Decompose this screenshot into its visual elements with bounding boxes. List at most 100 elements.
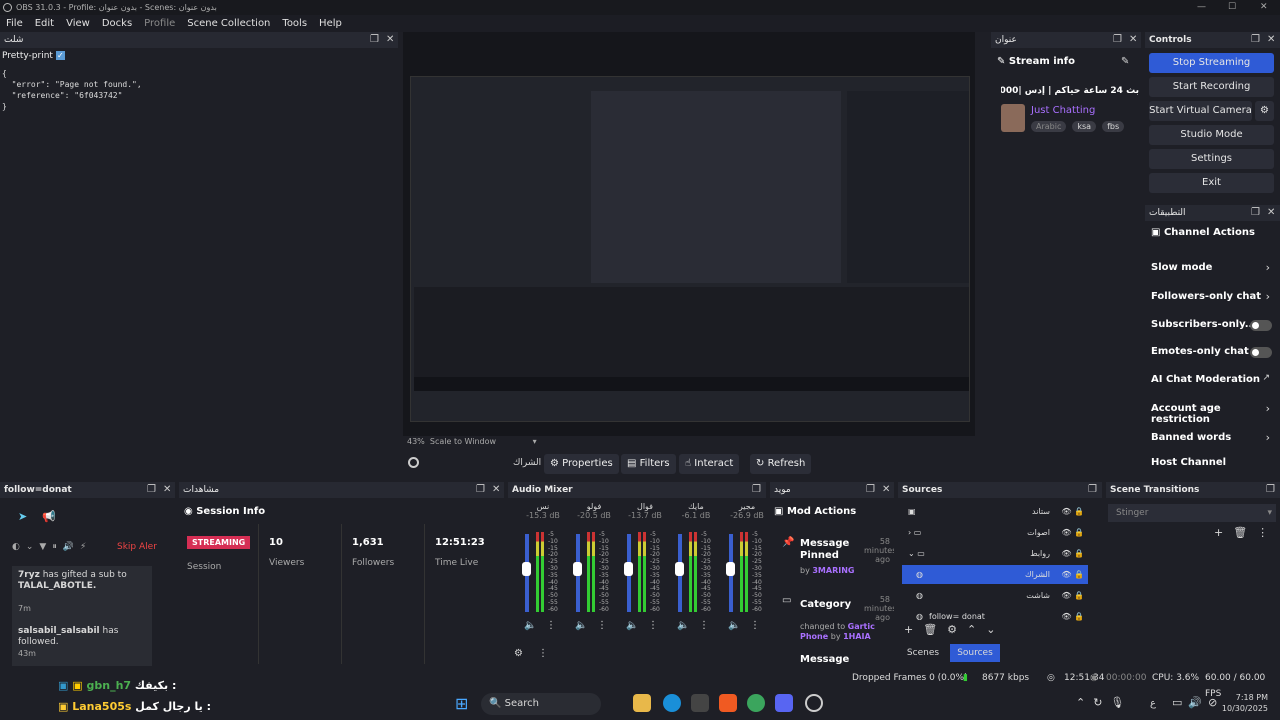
- emotes-only-item[interactable]: Emotes-only chat: [1151, 346, 1249, 357]
- studio-mode-button[interactable]: Studio Mode: [1149, 125, 1274, 145]
- settings-button[interactable]: Settings: [1149, 149, 1274, 169]
- interact-button[interactable]: ☝ Interact: [679, 454, 740, 474]
- transition-toolbar-icons[interactable]: +🗑⋮: [1214, 526, 1278, 539]
- visibility-lock-icons[interactable]: 👁 🔒: [1061, 607, 1084, 621]
- float-icon[interactable]: ❐: [1088, 484, 1097, 496]
- visibility-lock-icons[interactable]: 👁 🔒: [1061, 586, 1084, 605]
- float-icon[interactable]: ❐: [147, 484, 156, 496]
- start-virtual-camera-button[interactable]: Start Virtual Camera: [1149, 101, 1252, 121]
- edge-icon[interactable]: [663, 694, 681, 712]
- visibility-lock-icons[interactable]: 👁 🔒: [1061, 502, 1084, 521]
- source-row[interactable]: ◍ شاشت 👁 🔒: [902, 586, 1088, 605]
- preview-area[interactable]: [403, 32, 975, 436]
- channel-menu-icon[interactable]: ⋮: [597, 620, 607, 631]
- menu-help[interactable]: Help: [319, 15, 342, 32]
- minimize-icon[interactable]: —: [1197, 0, 1206, 15]
- close-icon[interactable]: ✕: [1260, 0, 1268, 15]
- file-explorer-icon[interactable]: [633, 694, 651, 712]
- subscribers-only-toggle[interactable]: [1250, 320, 1272, 331]
- source-row[interactable]: ⌄ ▭ روابط 👁 🔒: [902, 544, 1088, 563]
- tag[interactable]: ksa: [1072, 121, 1097, 132]
- virtual-camera-settings-icon[interactable]: ⚙: [1255, 101, 1274, 121]
- float-icon[interactable]: ❐: [1266, 484, 1275, 496]
- float-icon[interactable]: ❐: [476, 484, 485, 496]
- taskbar-search[interactable]: 🔍 Search: [481, 693, 601, 715]
- float-icon[interactable]: ❐: [370, 34, 379, 46]
- properties-button[interactable]: ⚙ Properties: [544, 454, 619, 474]
- speaker-icon[interactable]: 🔈: [728, 620, 740, 631]
- edit-icon[interactable]: ✎: [1121, 56, 1129, 67]
- emotes-only-toggle[interactable]: [1250, 347, 1272, 358]
- chevron-right-icon[interactable]: ›: [1266, 431, 1270, 444]
- menu-docks[interactable]: Docks: [102, 15, 132, 32]
- visibility-lock-icons[interactable]: 👁 🔒: [1061, 544, 1084, 563]
- start-recording-button[interactable]: Start Recording: [1149, 77, 1274, 97]
- activity-event[interactable]: 7ryz has gifted a sub to TALAL_ABOTLE. 7m: [12, 566, 152, 624]
- menu-scene-collection[interactable]: Scene Collection: [187, 15, 270, 32]
- tab-sources[interactable]: Sources: [950, 644, 1000, 662]
- menu-tools[interactable]: Tools: [282, 15, 307, 32]
- store-icon[interactable]: [691, 694, 709, 712]
- host-channel-item[interactable]: Host Channel: [1151, 457, 1226, 468]
- menu-view[interactable]: View: [66, 15, 90, 32]
- float-icon[interactable]: ❐: [752, 484, 761, 496]
- float-icon[interactable]: ❐: [866, 484, 875, 496]
- refresh-button[interactable]: ↻ Refresh: [750, 454, 812, 474]
- channel-menu-icon[interactable]: ⋮: [699, 620, 709, 631]
- slow-mode-item[interactable]: Slow mode: [1151, 262, 1276, 273]
- volume-handle[interactable]: [624, 562, 633, 576]
- followers-only-item[interactable]: Followers-only chat: [1151, 291, 1261, 302]
- category-name[interactable]: Just Chatting: [1031, 105, 1095, 116]
- activity-filter-icons[interactable]: ◐⌄▼⏸🔊⚡: [12, 542, 92, 552]
- menu-profile[interactable]: Profile: [144, 15, 175, 32]
- visibility-lock-icons[interactable]: 👁 🔒: [1061, 565, 1084, 584]
- speaker-icon[interactable]: 🔈: [677, 620, 689, 631]
- mixer-menu-icon[interactable]: ⋮: [538, 648, 548, 659]
- system-tray-icons[interactable]: ⌃↻🎙: [1076, 696, 1132, 709]
- stop-streaming-button[interactable]: Stop Streaming: [1149, 53, 1274, 73]
- scale-mode[interactable]: Scale to Window: [430, 437, 496, 446]
- speaker-icon[interactable]: 🔈: [524, 620, 536, 631]
- megaphone-icon[interactable]: 📢: [42, 510, 56, 523]
- tag[interactable]: Arabic: [1031, 121, 1067, 132]
- filters-button[interactable]: ▤ Filters: [621, 454, 676, 474]
- clock[interactable]: 7:18 PM 10/30/2025: [1220, 692, 1268, 714]
- channel-menu-icon[interactable]: ⋮: [648, 620, 658, 631]
- activity-event[interactable]: salsabil_salsabil has followed. 43m: [12, 622, 152, 666]
- volume-handle[interactable]: [522, 562, 531, 576]
- send-icon[interactable]: ➤: [18, 510, 27, 523]
- channel-menu-icon[interactable]: ⋮: [750, 620, 760, 631]
- source-row[interactable]: ◍ follow= donat 👁 🔒: [902, 607, 1088, 621]
- float-icon[interactable]: ❐: [1113, 34, 1122, 46]
- close-icon[interactable]: ✕: [386, 34, 394, 46]
- source-row[interactable]: › ▭ اصوات 👁 🔒: [902, 523, 1088, 542]
- maximize-icon[interactable]: ☐: [1228, 0, 1236, 15]
- external-link-icon[interactable]: ↗: [1262, 373, 1270, 383]
- source-row-selected[interactable]: ◍ الشراك 👁 🔒: [902, 565, 1088, 584]
- close-icon[interactable]: ✕: [163, 484, 171, 496]
- collapse-icon[interactable]: ⌄ ▭: [908, 544, 925, 563]
- volume-handle[interactable]: [573, 562, 582, 576]
- tab-scenes[interactable]: Scenes: [902, 644, 944, 662]
- float-icon[interactable]: ❐: [1251, 34, 1260, 46]
- close-icon[interactable]: ✕: [492, 484, 500, 496]
- close-icon[interactable]: ✕: [1129, 34, 1137, 46]
- visibility-lock-icons[interactable]: 👁 🔒: [1061, 523, 1084, 542]
- brave-icon[interactable]: [719, 694, 737, 712]
- chevron-down-icon[interactable]: ▾: [533, 437, 537, 446]
- language-indicator[interactable]: ع: [1150, 698, 1156, 709]
- source-toolbar-icons[interactable]: +🗑⚙⌃⌄: [904, 623, 1005, 636]
- pretty-print-checkbox[interactable]: ✓: [55, 51, 65, 60]
- volume-handle[interactable]: [675, 562, 684, 576]
- speaker-icon[interactable]: 🔈: [575, 620, 587, 631]
- close-icon[interactable]: ✕: [882, 484, 890, 496]
- skip-alert-button[interactable]: Skip Aler: [117, 542, 157, 552]
- chevron-right-icon[interactable]: ›: [1266, 290, 1270, 303]
- volume-handle[interactable]: [726, 562, 735, 576]
- channel-menu-icon[interactable]: ⋮: [546, 620, 556, 631]
- chevron-right-icon[interactable]: ›: [1266, 402, 1270, 415]
- discord-icon[interactable]: [775, 694, 793, 712]
- mixer-settings-icon[interactable]: ⚙: [514, 648, 523, 659]
- source-row[interactable]: ▣ ستاند 👁 🔒: [902, 502, 1088, 521]
- ai-moderation-item[interactable]: AI Chat Moderation: [1151, 374, 1260, 385]
